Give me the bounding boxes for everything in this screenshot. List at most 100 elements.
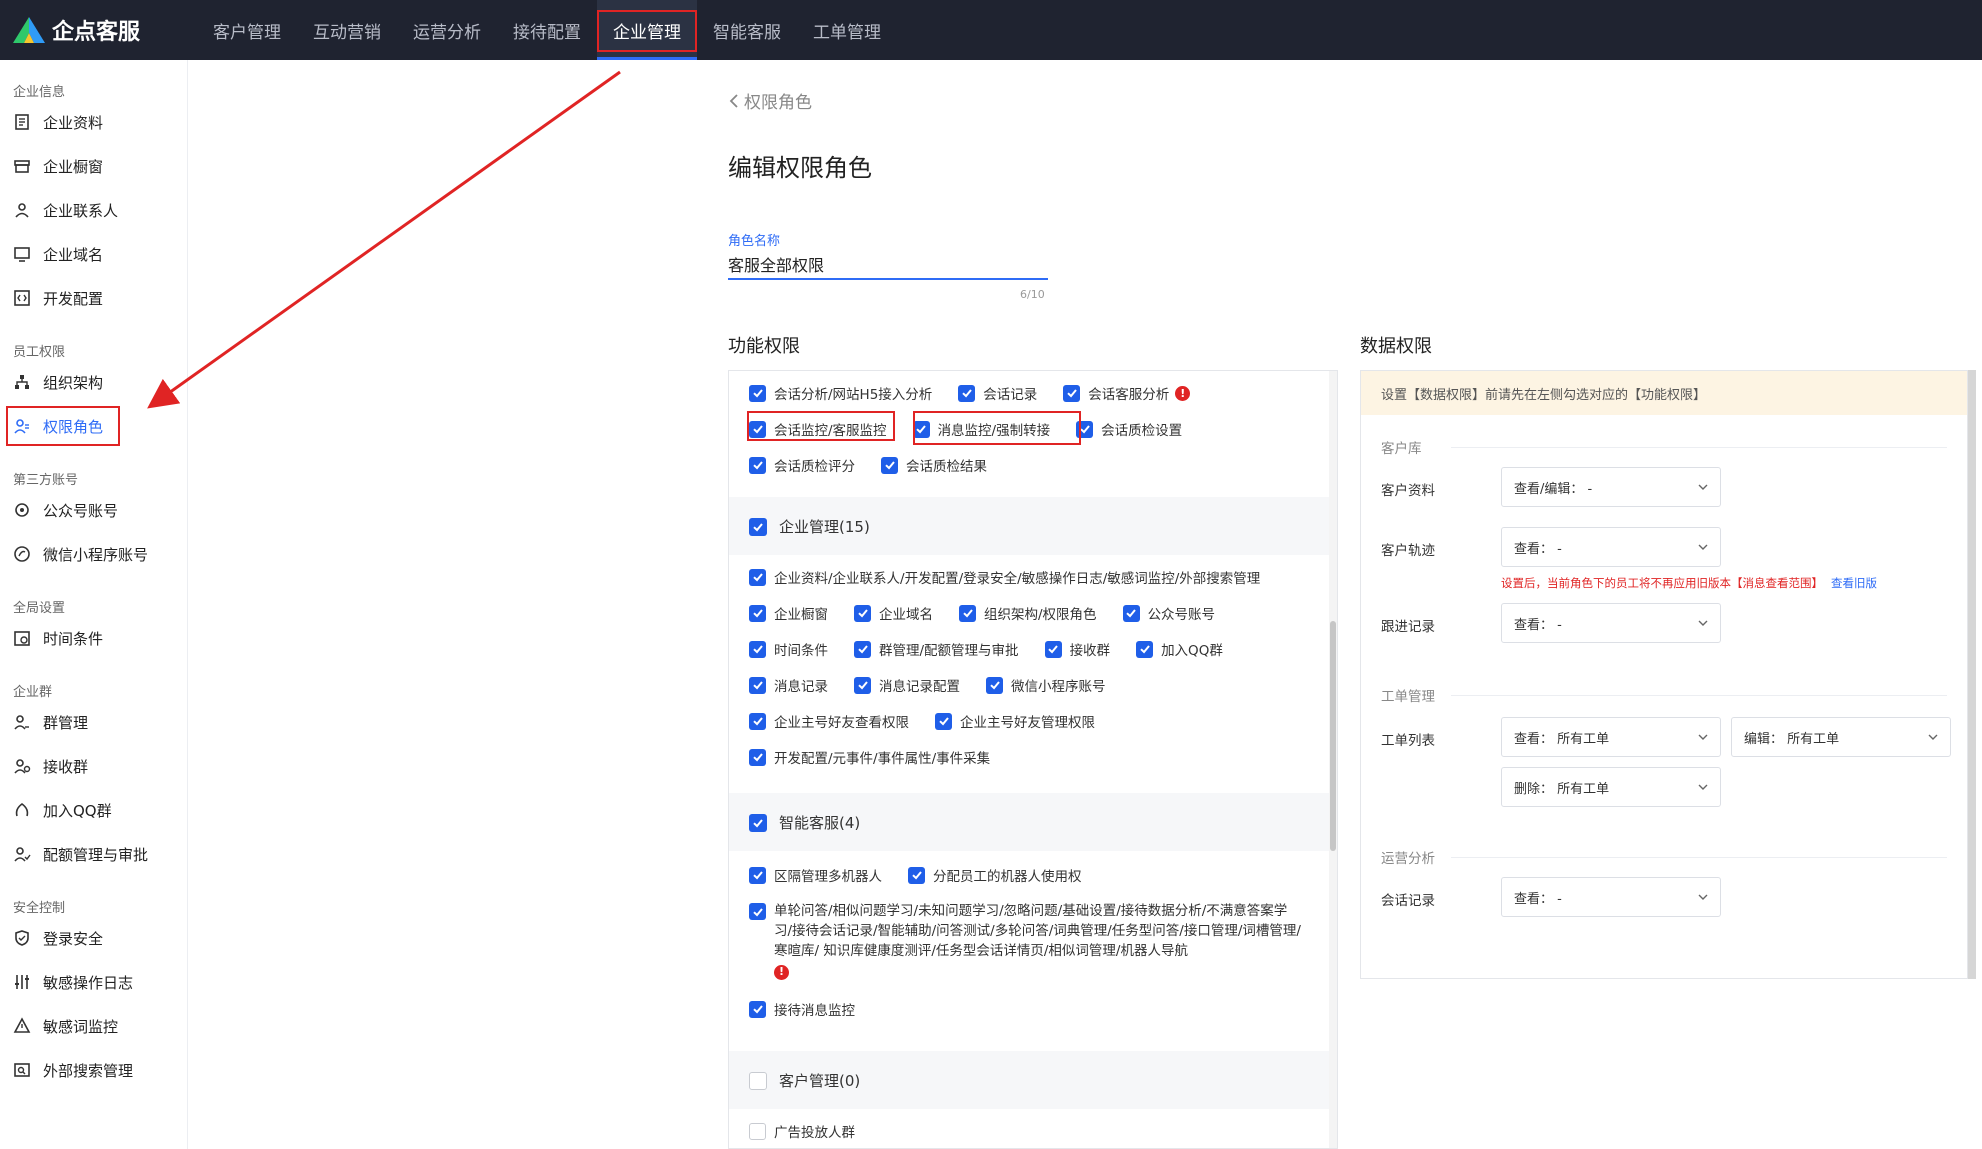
checkbox[interactable] <box>1122 604 1140 622</box>
session-record-select[interactable]: 查看： - <box>1501 877 1721 917</box>
sidebar-item[interactable]: 微信小程序账号 <box>0 532 187 576</box>
checkbox[interactable] <box>749 456 766 474</box>
sidebar-item[interactable]: 开发配置 <box>0 276 187 320</box>
checkbox[interactable] <box>749 1000 766 1018</box>
permission-item[interactable]: 群管理/配额管理与审批 <box>854 639 1019 659</box>
sidebar-item[interactable]: 外部搜索管理 <box>0 1048 187 1092</box>
category-row[interactable]: 企业管理(15) <box>749 516 870 537</box>
sidebar-item[interactable]: 企业联系人 <box>0 188 187 232</box>
permission-item[interactable]: 广告投放人群 <box>749 1121 855 1141</box>
checkbox[interactable] <box>749 384 766 402</box>
checkbox[interactable] <box>1063 384 1081 402</box>
followup-select[interactable]: 查看： - <box>1501 603 1721 643</box>
sidebar-item[interactable]: 群管理 <box>0 700 187 744</box>
divider <box>1451 857 1947 858</box>
permission-item[interactable]: 接收群 <box>1044 639 1110 659</box>
category-row[interactable]: 智能客服(4) <box>749 812 860 833</box>
sidebar-item[interactable]: 配额管理与审批 <box>0 832 187 876</box>
sidebar-item[interactable]: 企业橱窗 <box>0 144 187 188</box>
permission-item[interactable]: 企业橱窗 <box>749 603 828 623</box>
view-old-version-link[interactable]: 查看旧版 <box>1831 576 1877 590</box>
group-ticket-title: 工单管理 <box>1381 689 1435 705</box>
ticket-view-select[interactable]: 查看： 所有工单 <box>1501 717 1721 757</box>
sidebar-item[interactable]: 登录安全 <box>0 916 187 960</box>
sidebar-item[interactable]: 敏感操作日志 <box>0 960 187 1004</box>
category-row[interactable]: 客户管理(0) <box>749 1070 860 1091</box>
sidebar-item[interactable]: 加入QQ群 <box>0 788 187 832</box>
checkbox[interactable] <box>749 1122 766 1140</box>
permission-item[interactable]: 分配员工的机器人使用权 <box>908 865 1082 885</box>
checkbox[interactable] <box>854 640 871 658</box>
checkbox[interactable] <box>749 676 766 694</box>
checkbox[interactable] <box>958 384 976 402</box>
permission-item[interactable]: 会话客服分析! <box>1063 383 1191 403</box>
data-panel-scrollbar[interactable] <box>1968 370 1976 979</box>
checkbox[interactable] <box>749 1071 767 1090</box>
checkbox[interactable] <box>1136 640 1154 658</box>
nav-item[interactable]: 工单管理 <box>797 0 897 60</box>
permission-item[interactable]: 会话分析/网站H5接入分析 <box>749 383 932 403</box>
checkbox[interactable] <box>908 866 925 884</box>
checkbox[interactable] <box>935 712 952 730</box>
customer-profile-select[interactable]: 查看/编辑： - <box>1501 467 1721 507</box>
checkbox[interactable] <box>986 676 1003 694</box>
checkbox[interactable] <box>749 903 766 920</box>
checkbox[interactable] <box>749 866 766 884</box>
sidebar-item[interactable]: 企业资料 <box>0 100 187 144</box>
checkbox[interactable] <box>881 456 898 474</box>
checkbox[interactable] <box>749 568 766 586</box>
checkbox[interactable] <box>749 748 766 766</box>
checkbox[interactable] <box>1044 640 1062 658</box>
permission-item[interactable]: 会话记录 <box>958 383 1037 403</box>
permission-item[interactable]: 区隔管理多机器人 <box>749 865 882 885</box>
checkbox[interactable] <box>854 676 871 694</box>
nav-item[interactable]: 接待配置 <box>497 0 597 60</box>
permission-item[interactable]: 时间条件 <box>749 639 828 659</box>
function-panel-scrollbar[interactable] <box>1329 371 1337 1148</box>
role-name-input[interactable] <box>728 250 1048 280</box>
permission-item[interactable]: 会话质检评分 <box>749 455 855 475</box>
app-logo[interactable]: 企点客服 <box>12 14 197 46</box>
checkbox[interactable] <box>854 604 871 622</box>
checkbox[interactable] <box>749 813 767 832</box>
sidebar-group-title: 第三方账号 <box>13 473 79 488</box>
checkbox[interactable] <box>749 712 766 730</box>
checkbox[interactable] <box>959 604 976 622</box>
permission-item[interactable]: 企业资料/企业联系人/开发配置/登录安全/敏感操作日志/敏感词监控/外部搜索管理 <box>749 567 1260 587</box>
sidebar-item[interactable]: 接收群 <box>0 744 187 788</box>
checkbox[interactable] <box>749 517 767 536</box>
nav-item[interactable]: 企业管理 <box>597 0 697 60</box>
nav-item[interactable]: 智能客服 <box>697 0 797 60</box>
checkbox[interactable] <box>749 640 766 658</box>
permission-item[interactable]: 接待消息监控 <box>749 999 855 1019</box>
scrollbar-thumb[interactable] <box>1330 621 1336 851</box>
permission-item[interactable]: 微信小程序账号 <box>986 675 1106 695</box>
nav-item[interactable]: 运营分析 <box>397 0 497 60</box>
permission-item[interactable]: 消息记录配置 <box>854 675 960 695</box>
checkbox[interactable] <box>749 604 766 622</box>
back-link[interactable]: 权限角色 <box>728 88 812 113</box>
customer-track-select[interactable]: 查看： - <box>1501 527 1721 567</box>
permission-item[interactable]: 企业域名 <box>854 603 933 623</box>
permission-item[interactable]: 企业主号好友管理权限 <box>935 711 1095 731</box>
permission-item[interactable]: 加入QQ群 <box>1136 639 1223 659</box>
sidebar-item[interactable]: 组织架构 <box>0 360 187 404</box>
permission-label: 会话客服分析 <box>1088 387 1170 403</box>
sidebar-item[interactable]: 企业域名 <box>0 232 187 276</box>
permission-item[interactable]: 开发配置/元事件/事件属性/事件采集 <box>749 747 990 767</box>
sidebar-item[interactable]: 时间条件 <box>0 616 187 660</box>
ticket-edit-select[interactable]: 编辑： 所有工单 <box>1731 717 1951 757</box>
nav-item[interactable]: 客户管理 <box>197 0 297 60</box>
ticket-delete-select[interactable]: 删除： 所有工单 <box>1501 767 1721 807</box>
sidebar-item[interactable]: 敏感词监控 <box>0 1004 187 1048</box>
sidebar-item[interactable]: 权限角色 <box>0 404 187 448</box>
permission-item[interactable]: 企业主号好友查看权限 <box>749 711 909 731</box>
nav-item[interactable]: 互动营销 <box>297 0 397 60</box>
permission-item[interactable]: 公众号账号 <box>1122 603 1215 623</box>
permission-item[interactable]: 会话质检结果 <box>881 455 987 475</box>
permission-item[interactable]: 消息记录 <box>749 675 828 695</box>
permission-item[interactable]: 组织架构/权限角色 <box>959 603 1097 623</box>
permission-item[interactable]: 会话质检设置 <box>1076 419 1182 439</box>
permission-item[interactable]: 单轮问答/相似问题学习/未知问题学习/忽略问题/基础设置/接待数据分析/不满意答… <box>774 901 1304 981</box>
sidebar-item[interactable]: 公众号账号 <box>0 488 187 532</box>
